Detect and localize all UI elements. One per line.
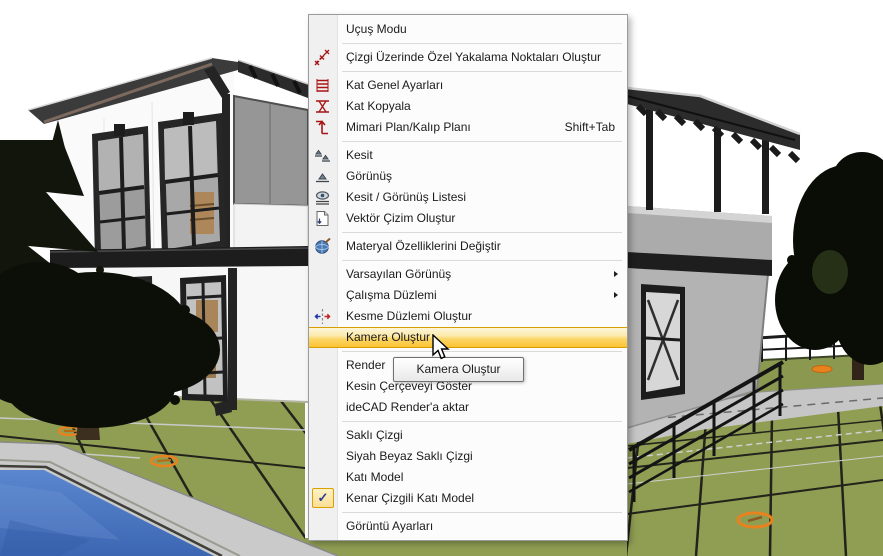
menu-item-label: Kat Kopyala — [346, 99, 411, 113]
menu-item-label: Siyah Beyaz Saklı Çizgi — [346, 449, 473, 463]
menu-separator — [342, 71, 622, 72]
menu-item[interactable]: Görüntü Ayarları — [309, 516, 627, 537]
menu-separator — [342, 512, 622, 513]
elevation-icon — [314, 168, 331, 185]
menu-item-label: Materyal Özelliklerini Değiştir — [346, 239, 501, 253]
material-globe-icon — [314, 238, 331, 255]
menu-item-label: Kesit / Görünüş Listesi — [346, 190, 466, 204]
menu-item[interactable]: Vektör Çizim Oluştur — [309, 208, 627, 229]
snap-points-icon — [314, 49, 331, 66]
menu-item[interactable]: Saklı Çizgi — [309, 425, 627, 446]
menu-item[interactable]: Kesit — [309, 145, 627, 166]
tooltip: Kamera Oluştur — [393, 357, 524, 382]
cutting-plane-icon — [314, 308, 331, 325]
submenu-arrow-icon — [614, 292, 618, 298]
plan-mode-icon — [314, 119, 331, 136]
window-right — [641, 284, 685, 400]
menu-item[interactable]: Uçuş Modu — [309, 19, 627, 40]
menu-item[interactable]: Çizgi Üzerinde Özel Yakalama Noktaları O… — [309, 47, 627, 68]
menu-item-label: Görünüş — [346, 169, 392, 183]
menu-separator — [342, 232, 622, 233]
menu-item[interactable]: Materyal Özelliklerini Değiştir — [309, 236, 627, 257]
menu-item[interactable]: Katı Model — [309, 467, 627, 488]
menu-separator — [342, 141, 622, 142]
menu-item-label: Çizgi Üzerinde Özel Yakalama Noktaları O… — [346, 50, 601, 64]
menu-item-label: Kesme Düzlemi Oluştur — [346, 309, 472, 323]
section-icon — [314, 147, 331, 164]
menu-item[interactable]: Kesit / Görünüş Listesi — [309, 187, 627, 208]
context-menu-list: Uçuş Modu Çizgi Üzerinde Özel Yakalama N… — [309, 19, 627, 537]
menu-item[interactable]: Kat Kopyala — [309, 96, 627, 117]
menu-item[interactable]: Kenar Çizgili Katı Model ✓ — [309, 488, 627, 509]
section-list-icon — [314, 189, 331, 206]
menu-item-shortcut: Shift+Tab — [565, 117, 615, 138]
menu-item[interactable]: Kesme Düzlemi Oluştur — [309, 306, 627, 327]
menu-separator — [342, 260, 622, 261]
menu-item[interactable]: ideCAD Render'a aktar — [309, 397, 627, 418]
menu-item-label: Render — [346, 358, 385, 372]
application-window: Uçuş Modu Çizgi Üzerinde Özel Yakalama N… — [0, 0, 883, 556]
context-menu: Uçuş Modu Çizgi Üzerinde Özel Yakalama N… — [308, 14, 628, 541]
menu-item-label: Uçuş Modu — [346, 22, 407, 36]
menu-item[interactable]: Görünüş — [309, 166, 627, 187]
menu-item-label: ideCAD Render'a aktar — [346, 400, 469, 414]
menu-item-label: Varsayılan Görünüş — [346, 267, 451, 281]
menu-item[interactable]: Kamera Oluştur — [309, 327, 627, 348]
menu-item-label: Mimari Plan/Kalıp Planı — [346, 120, 471, 134]
menu-separator — [342, 351, 622, 352]
menu-separator — [342, 421, 622, 422]
storey-settings-icon — [314, 77, 331, 94]
storey-copy-icon — [314, 98, 331, 115]
menu-item-label: Katı Model — [346, 470, 403, 484]
menu-item-label: Saklı Çizgi — [346, 428, 403, 442]
menu-item-label: Vektör Çizim Oluştur — [346, 211, 455, 225]
menu-item-label: Kesit — [346, 148, 373, 162]
menu-item[interactable]: Siyah Beyaz Saklı Çizgi — [309, 446, 627, 467]
menu-item[interactable]: Mimari Plan/Kalıp Planı Shift+Tab — [309, 117, 627, 138]
check-icon: ✓ — [312, 488, 334, 508]
menu-separator — [342, 43, 622, 44]
window-upper-1 — [92, 124, 151, 260]
menu-item-label: Kat Genel Ayarları — [346, 78, 443, 92]
menu-item-label: Kenar Çizgili Katı Model — [346, 491, 474, 505]
menu-item[interactable]: Kat Genel Ayarları — [309, 75, 627, 96]
menu-item-label: Çalışma Düzlemi — [346, 288, 437, 302]
vector-drawing-icon — [314, 210, 331, 227]
menu-item[interactable]: Varsayılan Görünüş — [309, 264, 627, 285]
window-upper-2 — [158, 112, 226, 256]
tooltip-text: Kamera Oluştur — [416, 362, 500, 376]
menu-item[interactable]: Çalışma Düzlemi — [309, 285, 627, 306]
menu-item-label: Kamera Oluştur — [346, 330, 430, 344]
submenu-arrow-icon — [614, 271, 618, 277]
menu-item-label: Görüntü Ayarları — [346, 519, 433, 533]
mouse-cursor-icon — [431, 334, 453, 364]
